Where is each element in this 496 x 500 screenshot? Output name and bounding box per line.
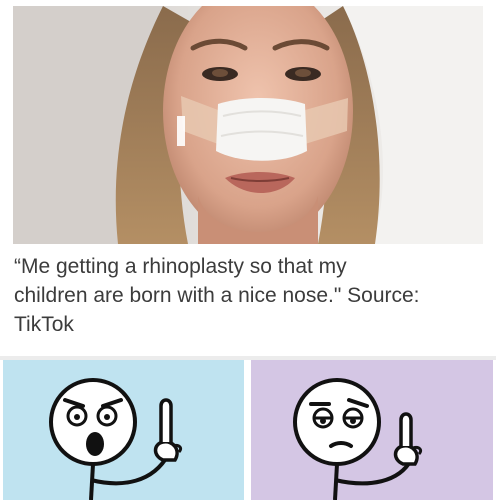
caption-text: “Me getting a rhinoplasty so that my chi… — [14, 252, 484, 339]
meme-panel-right — [251, 360, 493, 500]
meme-panel-left — [3, 360, 244, 500]
thinking-finger-up-meme-left-icon — [3, 360, 244, 500]
caption-line-3: TikTok — [14, 313, 74, 336]
panel-divider — [244, 360, 251, 500]
caption-line-2: children are born with a nice nose." Sou… — [14, 284, 420, 307]
photo-illustration — [13, 6, 483, 244]
caption-line-1: “Me getting a rhinoplasty so that my — [14, 255, 347, 278]
thinking-finger-up-meme-right-icon — [251, 360, 493, 500]
photo-rhinoplasty — [13, 6, 483, 244]
